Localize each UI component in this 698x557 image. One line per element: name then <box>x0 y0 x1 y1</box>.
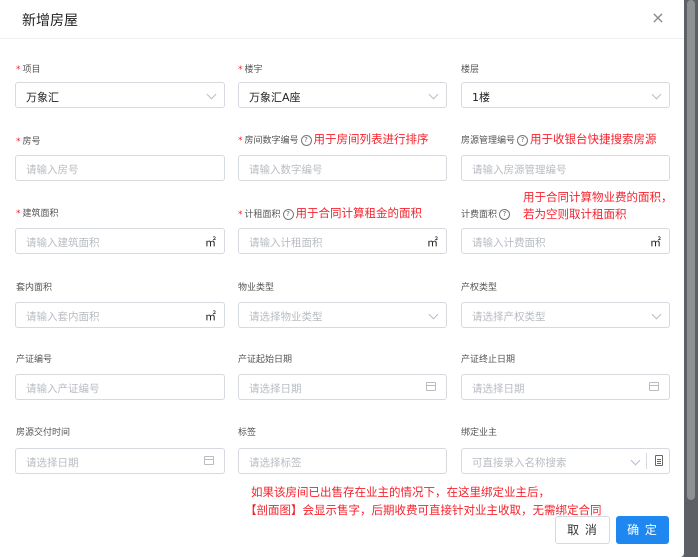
delivery-time-placeholder: 请选择日期 <box>26 457 79 469</box>
ownership-type-label: 产权类型 <box>461 283 498 293</box>
property-type-placeholder: 请选择物业类型 <box>249 311 323 323</box>
chevron-down-icon <box>428 309 439 320</box>
calendar-icon <box>204 456 214 465</box>
floor-select[interactable]: 1楼 <box>461 82 670 108</box>
fee-area-label: 计费面积? <box>461 207 512 220</box>
scrollbar-thumb[interactable] <box>687 0 695 500</box>
header-divider <box>0 38 684 39</box>
floor-value: 1楼 <box>472 91 490 104</box>
cert-no-placeholder: 请输入产证编号 <box>26 383 100 395</box>
property-type-select[interactable]: 请选择物业类型 <box>238 302 447 328</box>
owner-placeholder: 可直接录入名称搜索 <box>472 457 567 469</box>
cert-end-label: 产证终止日期 <box>461 355 516 365</box>
building-value: 万象汇A座 <box>249 91 301 104</box>
chevron-down-icon <box>651 309 662 320</box>
build-area-input[interactable]: 请输入建筑面积 ㎡ <box>15 228 225 254</box>
cert-no-label: 产证编号 <box>16 355 53 365</box>
inner-area-label: 套内面积 <box>16 283 53 293</box>
close-icon[interactable]: × <box>648 8 668 28</box>
chevron-down-icon <box>630 455 641 466</box>
owner-label: 绑定业主 <box>461 428 498 438</box>
ownership-type-placeholder: 请选择产权类型 <box>472 311 546 323</box>
required-mark: * <box>16 209 21 219</box>
required-mark: * <box>238 136 243 146</box>
room-no-input[interactable]: 请输入房号 <box>15 155 225 181</box>
room-num-code-note: 用于房间列表进行排序 <box>313 132 429 146</box>
rent-area-placeholder: 请输入计租面积 <box>249 237 323 249</box>
help-icon[interactable]: ? <box>282 209 294 220</box>
room-num-code-label: * 房间数字编号? 用于房间列表进行排序 <box>238 132 429 146</box>
add-room-dialog: 新增房屋 × * 项目 万象汇 * 楼宇 万象汇A座 楼层 1楼 * 房号 请输入房号… <box>0 0 684 557</box>
cert-end-placeholder: 请选择日期 <box>472 383 525 395</box>
inner-area-input[interactable]: 请输入套内面积 ㎡ <box>15 302 225 328</box>
owner-divider <box>646 453 647 469</box>
room-no-placeholder: 请输入房号 <box>26 164 79 176</box>
inner-area-placeholder: 请输入套内面积 <box>26 311 100 323</box>
clipboard-icon[interactable] <box>655 455 663 466</box>
project-label: * 项目 <box>16 65 41 75</box>
fee-area-note-1: 用于合同计算物业费的面积， <box>523 190 673 204</box>
floor-label: 楼层 <box>461 65 480 75</box>
required-mark: * <box>16 137 21 147</box>
fee-area-input[interactable]: 请输入计费面积 ㎡ <box>461 228 670 254</box>
room-num-code-placeholder: 请输入数字编号 <box>249 164 323 176</box>
rent-area-input[interactable]: 请输入计租面积 ㎡ <box>238 228 447 254</box>
calendar-icon <box>426 382 436 391</box>
rent-area-note: 用于合同计算租金的面积 <box>295 206 423 220</box>
cert-start-datepicker[interactable]: 请选择日期 <box>238 374 447 400</box>
chevron-down-icon <box>428 89 439 100</box>
required-mark: * <box>16 65 21 75</box>
required-mark: * <box>238 210 243 220</box>
room-num-code-input[interactable]: 请输入数字编号 <box>238 155 447 181</box>
ownership-type-select[interactable]: 请选择产权类型 <box>461 302 670 328</box>
delivery-time-label: 房源交付时间 <box>16 428 71 438</box>
confirm-button[interactable]: 确 定 <box>616 516 669 544</box>
scrollbar[interactable] <box>684 0 698 557</box>
tags-label: 标签 <box>238 428 257 438</box>
fee-area-placeholder: 请输入计费面积 <box>472 237 546 249</box>
source-code-placeholder: 请输入房源管理编号 <box>472 164 567 176</box>
building-label: * 楼宇 <box>238 65 263 75</box>
bind-owner-note-1: 如果该房间已出售存在业主的情况下，在这里绑定业主后， <box>251 485 550 499</box>
source-code-label: 房源管理编号? 用于收银台快捷搜索房源 <box>461 132 657 146</box>
project-value: 万象汇 <box>26 91 59 104</box>
project-select[interactable]: 万象汇 <box>15 82 225 108</box>
build-area-placeholder: 请输入建筑面积 <box>26 237 100 249</box>
sqm-unit: ㎡ <box>205 310 216 323</box>
help-icon[interactable]: ? <box>517 135 529 146</box>
help-icon[interactable]: ? <box>300 135 312 146</box>
property-type-label: 物业类型 <box>238 283 275 293</box>
tags-placeholder: 请选择标签 <box>249 457 302 469</box>
help-icon[interactable]: ? <box>499 209 511 220</box>
owner-select[interactable]: 可直接录入名称搜索 <box>461 448 670 474</box>
fee-area-note-2: 若为空则取计租面积 <box>523 207 627 221</box>
required-mark: * <box>238 65 243 75</box>
cert-end-datepicker[interactable]: 请选择日期 <box>461 374 670 400</box>
cert-no-input[interactable]: 请输入产证编号 <box>15 374 225 400</box>
bind-owner-note-2: 【剖面图】会显示售字，后期收费可直接针对业主收取，无需绑定合同 <box>245 503 602 517</box>
sqm-unit: ㎡ <box>205 236 216 249</box>
rent-area-label: * 计租面积? 用于合同计算租金的面积 <box>238 206 423 220</box>
cert-start-placeholder: 请选择日期 <box>249 383 302 395</box>
calendar-icon <box>649 382 659 391</box>
build-area-label: * 建筑面积 <box>16 209 59 219</box>
cert-start-label: 产证起始日期 <box>238 355 293 365</box>
sqm-unit: ㎡ <box>650 236 661 249</box>
source-code-input[interactable]: 请输入房源管理编号 <box>461 155 670 181</box>
chevron-down-icon <box>651 89 662 100</box>
sqm-unit: ㎡ <box>427 236 438 249</box>
cancel-button[interactable]: 取 消 <box>555 516 610 544</box>
building-select[interactable]: 万象汇A座 <box>238 82 447 108</box>
room-no-label: * 房号 <box>16 137 41 147</box>
source-code-note: 用于收银台快捷搜索房源 <box>530 132 657 146</box>
dialog-title: 新增房屋 <box>22 13 78 29</box>
delivery-time-datepicker[interactable]: 请选择日期 <box>15 448 225 474</box>
chevron-down-icon <box>206 89 217 100</box>
tags-select[interactable]: 请选择标签 <box>238 448 447 474</box>
